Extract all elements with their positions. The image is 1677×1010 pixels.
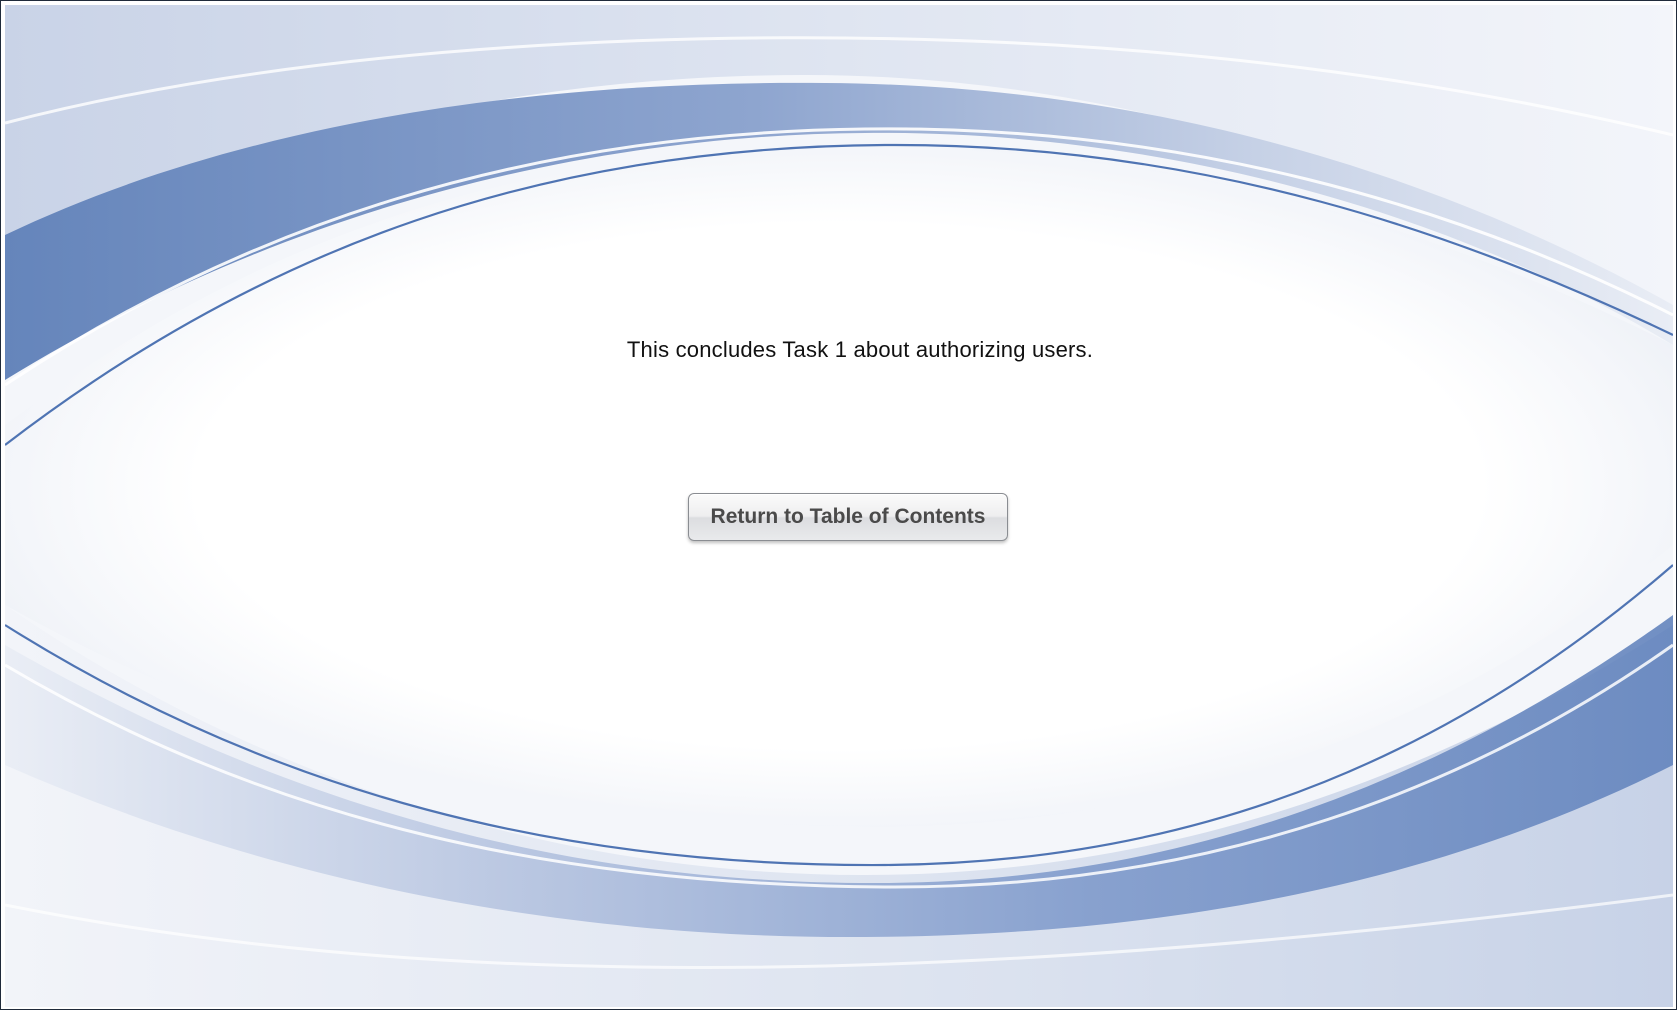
slide-canvas: This concludes Task 1 about authorizing … bbox=[5, 5, 1673, 1007]
return-to-toc-button[interactable]: Return to Table of Contents bbox=[688, 493, 1008, 541]
slide-frame: This concludes Task 1 about authorizing … bbox=[0, 0, 1677, 1010]
conclusion-message: This concludes Task 1 about authorizing … bbox=[626, 337, 1094, 362]
